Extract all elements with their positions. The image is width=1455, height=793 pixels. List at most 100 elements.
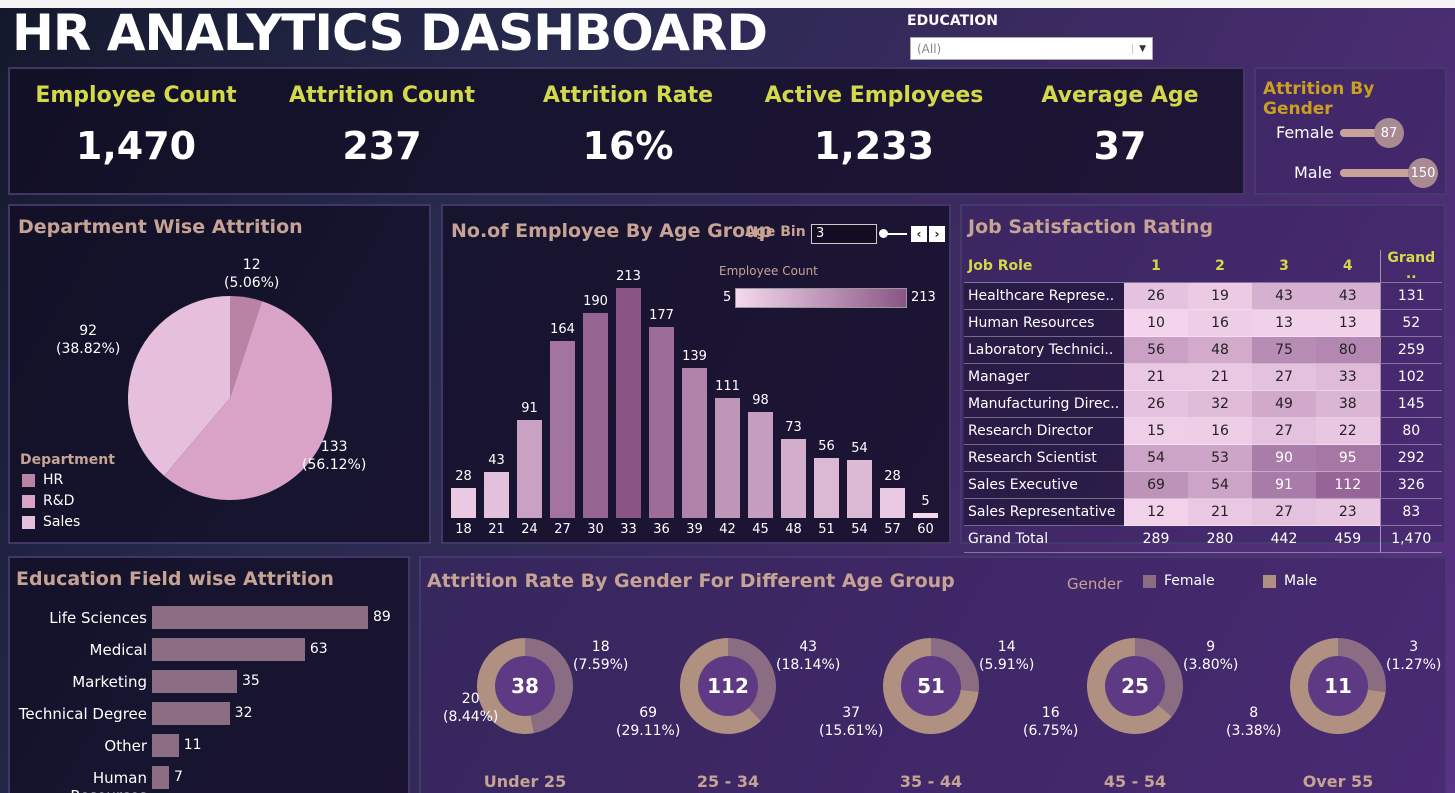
job-satisfaction-table: Job Role 1 2 3 4 Grand .. Healthcare Rep… xyxy=(964,250,1442,553)
education-bar[interactable] xyxy=(152,766,169,789)
donut-label-male: 16 (6.75%) xyxy=(1023,705,1079,739)
age-bar[interactable] xyxy=(649,326,674,518)
age-bar-value: 213 xyxy=(616,269,641,284)
education-label: Marketing xyxy=(72,673,147,691)
education-bar[interactable] xyxy=(152,702,230,725)
education-bar[interactable] xyxy=(152,638,305,661)
gender-label-female: Female xyxy=(1276,123,1334,142)
age-bar-value: 91 xyxy=(521,400,538,416)
rating-cell: 80 xyxy=(1316,336,1380,364)
panel-title: Attrition By Gender xyxy=(1263,79,1375,119)
age-bar[interactable] xyxy=(814,457,839,518)
donut-total: 11 xyxy=(1308,656,1368,716)
education-value: 63 xyxy=(309,641,328,657)
age-bar[interactable] xyxy=(616,288,641,518)
donut-total: 51 xyxy=(901,656,961,716)
rating-cell: 54 xyxy=(1124,444,1188,472)
job-role-cell: Research Scientist xyxy=(964,444,1124,472)
rating-cell: 15 xyxy=(1124,417,1188,445)
job-role-cell: Manager xyxy=(964,363,1124,391)
donut-label-male: 69 (29.11%) xyxy=(616,705,681,739)
row-total-cell: 259 xyxy=(1379,336,1442,364)
age-bar-value: 98 xyxy=(752,393,769,409)
grand-total-cell: 459 xyxy=(1316,525,1380,553)
column-header: Grand .. xyxy=(1379,250,1442,283)
age-bar[interactable] xyxy=(847,459,872,518)
legend-label: Sales xyxy=(43,514,81,530)
column-header: 1 xyxy=(1124,250,1188,283)
age-group-panel: No.of Employee By Age Group Age Bin 3 ‹ … xyxy=(441,204,951,544)
gender-value-female: 87 xyxy=(1374,118,1404,148)
donut-label-female: 18 (7.59%) xyxy=(573,639,629,673)
age-bar-value: 54 xyxy=(851,440,868,456)
age-bar-value: 73 xyxy=(785,420,802,436)
table-row: Human Resources 10 16 13 13 52 xyxy=(964,309,1442,337)
education-label: Human Resources xyxy=(70,769,147,793)
rating-cell: 49 xyxy=(1252,390,1316,418)
age-bar-value: 28 xyxy=(455,468,472,484)
age-category-label: 25 - 34 xyxy=(696,772,760,791)
education-filter-dropdown[interactable]: (All) ▼ xyxy=(910,37,1153,60)
rating-cell: 69 xyxy=(1124,471,1188,499)
job-role-cell: Healthcare Represe.. xyxy=(964,282,1124,310)
donut-label-female: 3 (1.27%) xyxy=(1386,639,1442,673)
legend-swatch xyxy=(22,473,35,487)
kpi-value: 37 xyxy=(1093,124,1147,168)
rating-cell: 53 xyxy=(1188,444,1252,472)
pie-label-sales: 92 (38.82%) xyxy=(56,323,121,357)
age-bar[interactable] xyxy=(451,487,476,518)
rating-cell: 10 xyxy=(1124,309,1188,337)
gender-label-male: Male xyxy=(1294,163,1332,182)
job-role-cell: Sales Representative xyxy=(964,498,1124,526)
rating-cell: 21 xyxy=(1188,498,1252,526)
age-bar-value: 111 xyxy=(715,379,740,395)
rating-cell: 48 xyxy=(1188,336,1252,364)
age-bar[interactable] xyxy=(583,312,608,518)
kpi-label: Attrition Count xyxy=(288,83,476,108)
age-bar-value: 5 xyxy=(921,493,930,509)
kpi-attrition-count: Attrition Count 237 xyxy=(262,83,502,168)
age-bar[interactable] xyxy=(748,412,773,518)
donut-total: 25 xyxy=(1105,656,1165,716)
rating-cell: 21 xyxy=(1124,363,1188,391)
chevron-down-icon[interactable]: ▼ xyxy=(1132,43,1146,54)
rating-cell: 22 xyxy=(1316,417,1380,445)
age-category-label: Under 25 xyxy=(483,772,567,791)
age-bar-value: 43 xyxy=(488,452,505,468)
rating-cell: 32 xyxy=(1188,390,1252,418)
job-role-cell: Research Director xyxy=(964,417,1124,445)
gender-age-panel: Attrition Rate By Gender For Different A… xyxy=(419,556,1447,793)
age-bar[interactable] xyxy=(550,340,575,518)
pie-label-hr: 12 (5.06%) xyxy=(224,257,280,291)
age-bar[interactable] xyxy=(715,398,740,518)
dashboard-title: HR ANALYTICS DASHBOARD xyxy=(12,4,768,62)
donut-label-female: 43 (18.14%) xyxy=(776,639,841,673)
table-row: Sales Representative 12 21 27 23 83 xyxy=(964,498,1442,526)
legend-label: R&D xyxy=(43,493,75,509)
age-bar[interactable] xyxy=(517,419,542,518)
rating-cell: 54 xyxy=(1188,471,1252,499)
table-row: Sales Executive 69 54 91 112 326 xyxy=(964,471,1442,499)
age-bar[interactable] xyxy=(781,439,806,518)
age-bar[interactable] xyxy=(880,487,905,518)
age-bar[interactable] xyxy=(913,512,938,518)
rating-cell: 27 xyxy=(1252,498,1316,526)
education-bar[interactable] xyxy=(152,734,179,757)
rating-cell: 38 xyxy=(1316,390,1380,418)
table-row: Laboratory Technici.. 56 48 75 80 259 xyxy=(964,336,1442,364)
kpi-label: Average Age xyxy=(1041,83,1199,108)
education-bar[interactable] xyxy=(152,606,368,629)
age-bar[interactable] xyxy=(484,471,509,518)
rating-cell: 13 xyxy=(1316,309,1380,337)
job-role-cell: Manufacturing Direc.. xyxy=(964,390,1124,418)
donut-total: 112 xyxy=(698,656,758,716)
rating-cell: 26 xyxy=(1124,390,1188,418)
rating-cell: 43 xyxy=(1316,282,1380,310)
legend-swatch xyxy=(22,515,35,529)
row-total-cell: 145 xyxy=(1379,390,1442,418)
age-bar[interactable] xyxy=(682,367,707,518)
row-total-cell: 326 xyxy=(1379,471,1442,499)
rating-cell: 56 xyxy=(1124,336,1188,364)
age-category-label: Over 55 xyxy=(1302,772,1374,791)
education-bar[interactable] xyxy=(152,670,237,693)
